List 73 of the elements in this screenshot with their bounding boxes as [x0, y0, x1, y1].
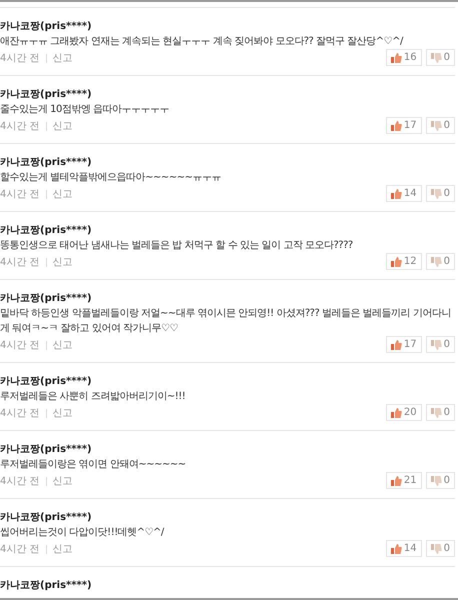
comment-time: 4시간 전: [0, 543, 40, 557]
comment-author: 카나코짱(pris****): [0, 88, 93, 102]
like-button[interactable]: 17: [386, 117, 422, 134]
thumbs-down-icon: [430, 408, 442, 418]
comment-author: 카나코짱(pris****): [0, 20, 93, 34]
like-button[interactable]: 14: [386, 540, 422, 557]
divider: [46, 341, 47, 350]
thumbs-up-icon: [390, 188, 402, 198]
report-link[interactable]: 신고: [52, 338, 73, 353]
divider: [46, 477, 47, 486]
comment-text: 할수있는게 별테악플밖에으읍따아~~~~~~ㅠㅜㅠ: [0, 171, 222, 185]
comment-text: 줄수있는게 10점밖엥 읍따아ㅜㅜㅜㅜㅜ: [0, 103, 170, 117]
comment-text: 씹어버리는것이 다압이닷!!!데헷^♡^/: [0, 526, 166, 540]
report-link[interactable]: 신고: [52, 255, 73, 270]
dislike-button[interactable]: 0: [426, 117, 455, 134]
thumbs-up-icon: [390, 408, 402, 418]
comment-author: 카나코짱(pris****): [0, 156, 93, 170]
thumbs-up-icon: [390, 340, 402, 350]
thumbs-down-icon: [430, 256, 442, 266]
divider: [46, 545, 47, 554]
thumbs-down-icon: [430, 476, 442, 486]
divider: [46, 409, 47, 418]
thumbs-up-icon: [390, 256, 402, 266]
comment-author: 카나코짱(pris****): [0, 224, 93, 238]
dislike-button[interactable]: 0: [426, 404, 455, 421]
comment-text: 애잔ㅠㅜㅠ 그래봤자 연재는 계속되는 현실ㅜㅜㅜ 계속 짖어봐야 모오다?? 잘먹구 잘산당^♡^/: [0, 35, 404, 49]
comment-text: 똥통인생으로 태어난 냄새나는 벌레들은 밥 처먹구 할 수 있는 일이 고작 모오다????: [0, 239, 354, 253]
report-link[interactable]: 신고: [52, 51, 73, 66]
thumbs-down-icon: [430, 120, 442, 130]
comment-text: 루저벌레들이랑은 엮이면 안돼여~~~~~~: [0, 458, 187, 472]
thumbs-down-icon: [430, 52, 442, 62]
dislike-button[interactable]: 0: [426, 472, 455, 489]
thumbs-up-icon: [390, 120, 402, 130]
dislike-button[interactable]: 0: [426, 540, 455, 557]
comment-time: 4시간 전: [0, 407, 40, 421]
like-button[interactable]: 16: [386, 49, 422, 66]
thumbs-down-icon: [430, 544, 442, 554]
dislike-button[interactable]: 0: [426, 49, 455, 66]
comment-author: 카나코짱(pris****): [0, 511, 93, 525]
thumbs-up-icon: [390, 52, 402, 62]
like-button[interactable]: 12: [386, 253, 422, 270]
comment-author: 카나코짱(pris****): [0, 292, 93, 306]
dislike-button[interactable]: 0: [426, 253, 455, 270]
comment-author: 카나코짱(pris****): [0, 579, 93, 593]
comment-time: 4시간 전: [0, 475, 40, 489]
comment-time: 4시간 전: [0, 339, 40, 353]
comment-time: 4시간 전: [0, 188, 40, 202]
comment-author: 카나코짱(pris****): [0, 443, 93, 457]
report-link[interactable]: 신고: [52, 187, 73, 202]
report-link[interactable]: 신고: [52, 542, 73, 557]
comment-text: 밑바닥 하등인생 악플벌레들이랑 저얼~~대루 엮이시믄 안되영!! 아셨져??? 벌레들은 벌레들끼리 기어다니게 둬여ㅋ~ㅋ 잘하고 있어여 작가니무♡♡: [0, 307, 452, 336]
dislike-button[interactable]: 0: [426, 185, 455, 202]
report-link[interactable]: 신고: [52, 474, 73, 489]
comment-time: 4시간 전: [0, 52, 40, 66]
like-button[interactable]: 14: [386, 185, 422, 202]
comment-author: 카나코짱(pris****): [0, 375, 93, 389]
report-link[interactable]: 신고: [52, 119, 73, 134]
like-button[interactable]: 21: [386, 472, 422, 489]
divider: [46, 122, 47, 131]
like-button[interactable]: 20: [386, 404, 422, 421]
thumbs-down-icon: [430, 340, 442, 350]
comment-time: 4시간 전: [0, 120, 40, 134]
thumbs-down-icon: [430, 188, 442, 198]
like-button[interactable]: 17: [386, 336, 422, 353]
comment-text: 루저벌레들은 사뿐히 즈려밟아버리기이~!!!: [0, 390, 186, 404]
thumbs-up-icon: [390, 476, 402, 486]
dislike-button[interactable]: 0: [426, 336, 455, 353]
thumbs-up-icon: [390, 544, 402, 554]
comment-time: 4시간 전: [0, 256, 40, 270]
divider: [46, 258, 47, 267]
divider: [46, 190, 47, 199]
report-link[interactable]: 신고: [52, 406, 73, 421]
divider: [46, 54, 47, 63]
